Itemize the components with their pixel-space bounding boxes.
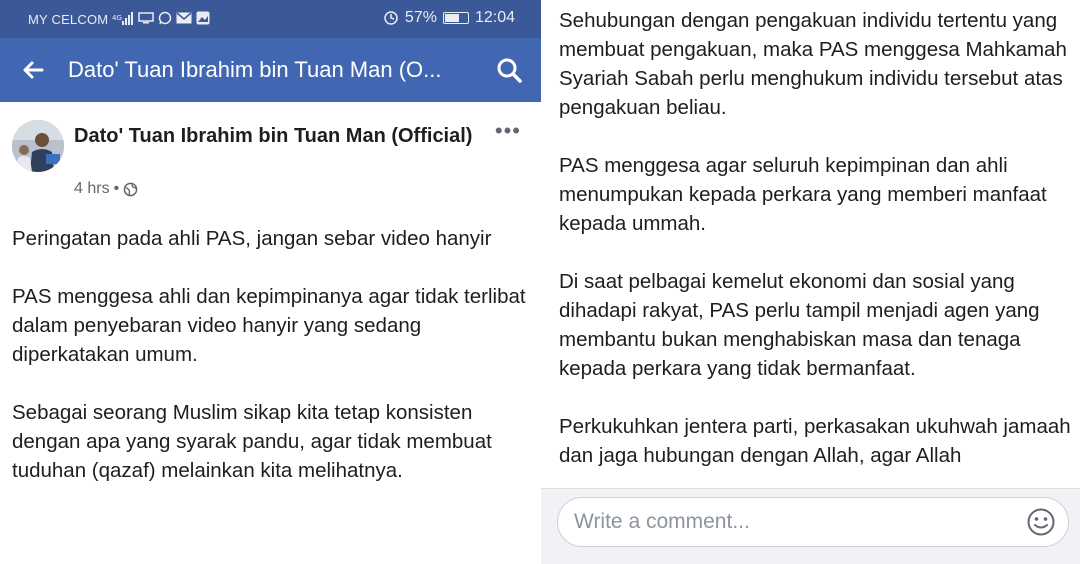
status-right: 57% 12:04 (383, 9, 515, 27)
post-body: Peringatan pada ahli PAS, jangan sebar v… (12, 224, 532, 514)
alarm-icon (383, 9, 399, 27)
carrier-label: MY CELCOM (28, 11, 109, 27)
status-left: MY CELCOM 4G (28, 11, 210, 27)
more-options-button[interactable]: ••• (495, 118, 521, 144)
post-paragraph: Perkukuhkan jentera parti, perkasakan uk… (559, 415, 1071, 467)
comment-placeholder: Write a comment... (574, 510, 750, 533)
clock: 12:04 (474, 9, 515, 26)
search-icon (497, 58, 522, 83)
meta-separator: • (113, 180, 120, 197)
author-name[interactable]: Dato' Tuan Ibrahim bin Tuan Man (Officia… (74, 122, 474, 150)
post-paragraph: PAS menggesa ahli dan kepimpinanya agar … (12, 285, 526, 366)
avatar[interactable] (12, 120, 64, 172)
app-bar: Dato' Tuan Ibrahim bin Tuan Man (O... (0, 38, 541, 102)
battery-fill (444, 14, 459, 22)
signal-icon: 4G (112, 11, 134, 27)
svg-text:4G: 4G (112, 14, 122, 22)
right-screenshot-pane: Sehubungan dengan pengakuan individu ter… (541, 0, 1080, 564)
whatsapp-icon (158, 11, 172, 27)
post-meta: 4 hrs • (74, 180, 138, 198)
page-title: Dato' Tuan Ibrahim bin Tuan Man (O... (68, 57, 442, 82)
post-paragraph: Peringatan pada ahli PAS, jangan sebar v… (12, 227, 492, 250)
post-continuation: Sehubungan dengan pengakuan individu ter… (559, 6, 1079, 484)
post-header: Dato' Tuan Ibrahim bin Tuan Man (Officia… (0, 110, 541, 210)
post-timestamp[interactable]: 4 hrs (74, 180, 110, 198)
screen-icon (138, 12, 155, 26)
battery-icon (442, 12, 469, 24)
smiley-icon[interactable] (1026, 507, 1056, 537)
mail-icon (176, 12, 192, 26)
gallery-icon (196, 11, 210, 27)
post-paragraph: PAS menggesa agar seluruh kepimpinan dan… (559, 154, 1047, 235)
comment-input[interactable]: Write a comment... (557, 497, 1069, 547)
status-bar: MY CELCOM 4G 57% 12:04 (0, 0, 541, 38)
globe-icon (123, 182, 138, 196)
left-screenshot-pane: MY CELCOM 4G 57% 12:04 Dato' Tuan Ibrahi… (0, 0, 541, 564)
comment-bar: Write a comment... (541, 488, 1080, 564)
battery-percent: 57% (404, 9, 437, 26)
back-button[interactable] (18, 55, 48, 85)
arrow-left-icon (23, 61, 44, 79)
search-button[interactable] (493, 54, 525, 86)
post-paragraph: Sehubungan dengan pengakuan individu ter… (559, 9, 1067, 119)
post-paragraph: Di saat pelbagai kemelut ekonomi dan sos… (559, 270, 1040, 380)
post-paragraph: Sebagai seorang Muslim sikap kita tetap … (12, 401, 492, 482)
